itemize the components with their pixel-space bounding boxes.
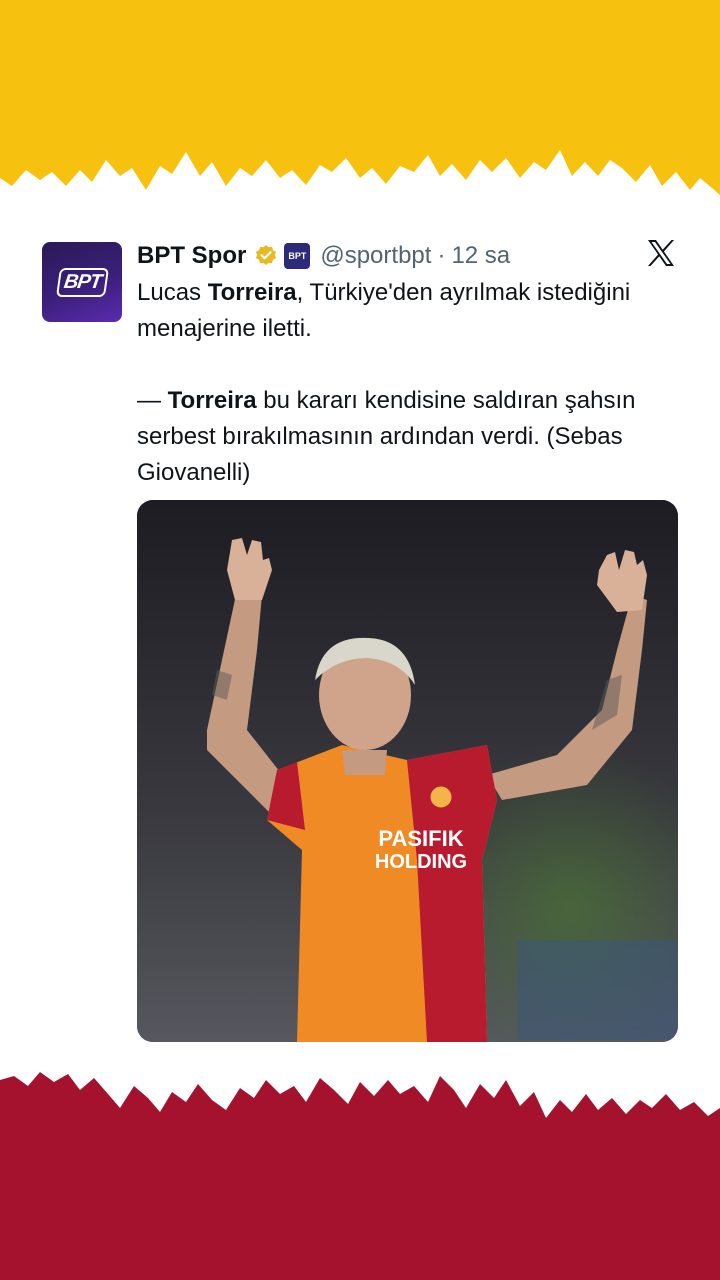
highlighted-name: Torreira <box>207 279 297 306</box>
separator: · <box>437 242 446 269</box>
verified-check-icon <box>256 245 277 265</box>
bottom-red-banner <box>0 1072 720 1280</box>
player-photo-illustration: PASIFIK HOLDING <box>137 500 678 1042</box>
affiliate-badge-icon: BPT <box>284 243 311 269</box>
profile-avatar[interactable]: BPT <box>42 242 122 322</box>
highlighted-name: Torreira <box>167 387 257 414</box>
display-name[interactable]: BPT Spor <box>137 242 246 270</box>
x-logo-icon <box>648 240 674 266</box>
tweet-photo[interactable]: PASIFIK HOLDING <box>137 500 678 1042</box>
jersey-sponsor-line2: HOLDING <box>375 851 467 873</box>
jersey-sponsor-line1: PASIFIK <box>378 826 463 851</box>
top-yellow-banner <box>0 0 720 195</box>
avatar-logo-text: BPT <box>55 267 109 297</box>
tweet-header: BPT Spor BPT @sportbpt · 12 sa <box>137 240 510 272</box>
user-handle[interactable]: @sportbpt <box>320 242 431 270</box>
tweet-timestamp[interactable]: 12 sa <box>451 242 510 270</box>
tweet-paragraph-2: — Torreira bu kararı kendisine saldıran … <box>137 387 636 486</box>
tweet-text: Lucas Torreira, Türkiye'den ayrılmak ist… <box>137 275 657 491</box>
tweet-paragraph-1: Lucas Torreira, Türkiye'den ayrılmak ist… <box>137 279 631 342</box>
